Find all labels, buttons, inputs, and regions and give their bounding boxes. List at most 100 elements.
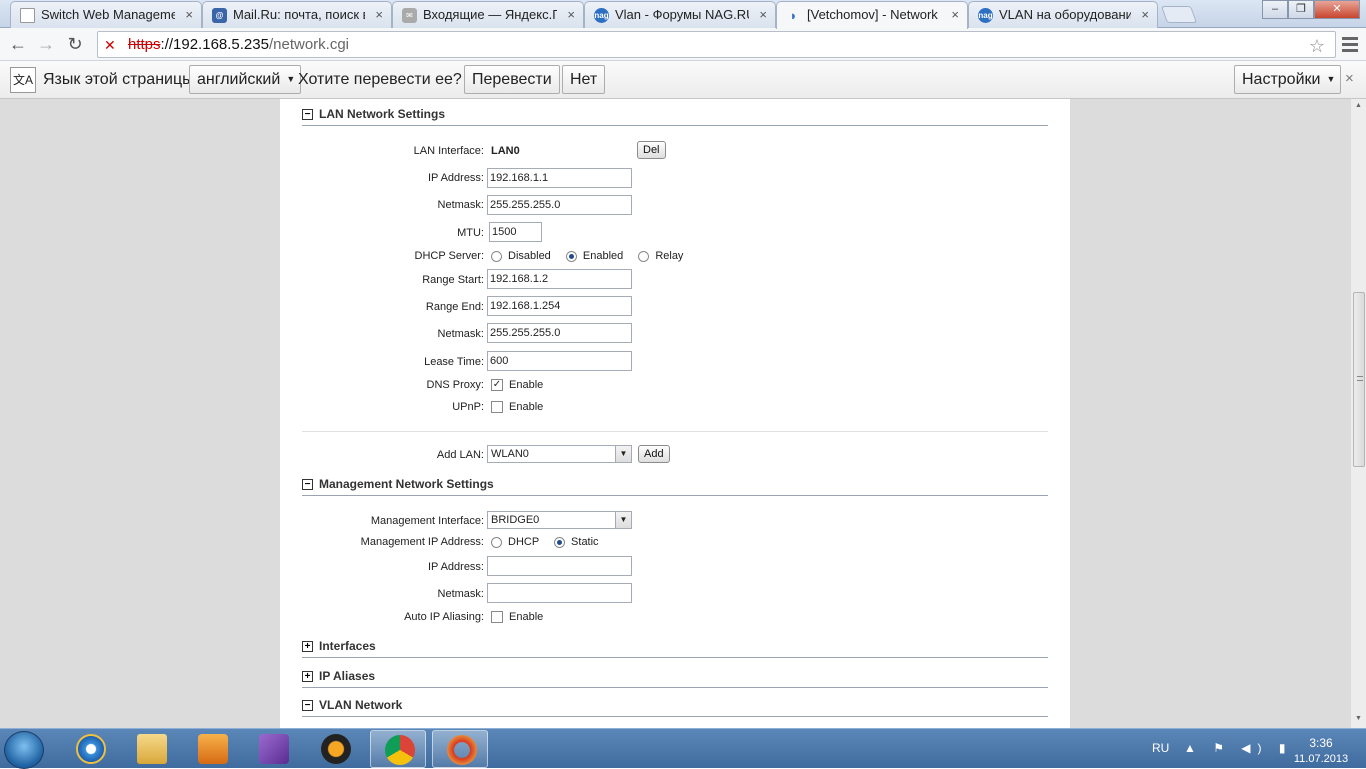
netmask-label: Netmask: <box>437 199 484 211</box>
address-bar[interactable]: ✕ https://192.168.5.235/network.cgi ☆ <box>97 31 1336 58</box>
wireless-icon: ◗ <box>789 8 798 23</box>
dhcp-enabled-label: Enabled <box>582 250 624 262</box>
aimp-icon <box>321 734 351 764</box>
tab-switch-web-management[interactable]: Switch Web Management × <box>10 1 202 28</box>
management-section-header[interactable]: − Management Network Settings <box>302 477 1048 496</box>
forward-button[interactable]: → <box>33 32 59 56</box>
visual-studio-icon <box>259 734 289 764</box>
minimize-button[interactable]: – <box>1262 0 1288 19</box>
tray-icons[interactable]: ▲ ⚑ ◀) ▮ <box>1184 741 1292 755</box>
taskbar-chrome[interactable] <box>370 730 426 768</box>
range-start-input[interactable]: 192.168.1.2 <box>487 269 632 289</box>
management-netmask-input[interactable] <box>487 583 632 603</box>
translate-options-button[interactable]: Настройки ▼ <box>1234 65 1342 94</box>
tab-network-active[interactable]: ◗ [Vetchomov] - Network × <box>776 1 968 29</box>
start-button[interactable] <box>4 731 44 769</box>
taskbar-aimp[interactable] <box>307 730 363 768</box>
reload-button[interactable]: ↻ <box>62 32 88 56</box>
scroll-down-icon[interactable]: ▼ <box>1355 715 1362 722</box>
language-select[interactable]: английский ▼ <box>189 65 302 94</box>
tab-vlan-equipment[interactable]: nag VLAN на оборудовании U × <box>968 1 1158 28</box>
tab-nag-forum[interactable]: nag Vlan - Форумы NAG.RU × <box>584 1 776 28</box>
dhcp-netmask-input[interactable]: 255.255.255.0 <box>487 323 632 343</box>
checkbox-icon <box>491 611 503 624</box>
grip-icon <box>1357 376 1363 381</box>
collapse-icon[interactable]: − <box>302 700 313 711</box>
media-player-icon <box>198 734 228 764</box>
interfaces-section-header[interactable]: + Interfaces <box>302 639 1048 658</box>
tab-yandex-mail[interactable]: ✉ Входящие — Яндекс.Поч × <box>392 1 584 28</box>
taskbar-visual-studio[interactable] <box>245 730 301 768</box>
management-ip-input[interactable] <box>487 556 632 576</box>
translate-button[interactable]: Перевести <box>464 65 560 94</box>
restore-button[interactable]: ❐ <box>1288 0 1314 19</box>
language-indicator[interactable]: RU <box>1152 741 1169 755</box>
radio-icon <box>491 536 502 548</box>
tab-close-icon[interactable]: × <box>951 7 959 22</box>
url-host: ://192.168.5.235 <box>160 36 269 53</box>
page-icon <box>20 8 35 23</box>
collapse-icon[interactable]: − <box>302 109 313 120</box>
dhcp-disabled-radio[interactable]: Disabled <box>491 250 551 262</box>
upnp-checkbox[interactable]: Enable <box>491 401 544 414</box>
dhcp-options: Disabled Enabled Relay <box>491 250 683 262</box>
del-button[interactable]: Del <box>637 141 666 159</box>
nag-icon: nag <box>594 8 609 23</box>
translate-close-icon[interactable]: × <box>1345 70 1354 87</box>
dhcp-netmask-label: Netmask: <box>437 328 484 340</box>
management-interface-value: BRIDGE0 <box>491 514 540 526</box>
no-translate-button[interactable]: Нет <box>562 65 606 94</box>
close-window-button[interactable]: ✕ <box>1314 0 1360 19</box>
auto-ip-aliasing-checkbox[interactable]: Enable <box>491 611 544 624</box>
add-lan-select[interactable]: WLAN0 ▼ <box>487 445 632 463</box>
tab-close-icon[interactable]: × <box>185 7 193 22</box>
taskbar-media-player[interactable] <box>184 730 240 768</box>
scroll-up-icon[interactable]: ▲ <box>1355 102 1362 109</box>
new-tab-button[interactable] <box>1160 6 1198 23</box>
dhcp-relay-radio[interactable]: Relay <box>638 250 683 262</box>
ip-mode-static-radio[interactable]: Static <box>554 536 599 548</box>
taskbar-opera[interactable] <box>432 730 488 768</box>
auto-ip-aliasing-enable-label: Enable <box>509 611 544 623</box>
taskbar-internet-explorer[interactable] <box>62 730 118 768</box>
ip-aliases-section-header[interactable]: + IP Aliases <box>302 669 1048 688</box>
scrollbar-thumb[interactable] <box>1353 292 1365 467</box>
menu-icon[interactable] <box>1339 34 1361 54</box>
expand-icon[interactable]: + <box>302 671 313 682</box>
ip-address-input[interactable]: 192.168.1.1 <box>487 168 632 188</box>
bookmark-star-icon[interactable]: ☆ <box>1309 34 1325 59</box>
range-end-input[interactable]: 192.168.1.254 <box>487 296 632 316</box>
upnp-enable-label: Enable <box>509 401 544 413</box>
opera-icon <box>447 735 477 765</box>
clock[interactable]: 3:36 11.07.2013 <box>1285 735 1357 767</box>
vertical-scrollbar[interactable]: ▲ ▼ <box>1350 99 1366 728</box>
vlan-section-header[interactable]: − VLAN Network <box>302 698 1048 717</box>
collapse-icon[interactable]: − <box>302 479 313 490</box>
windows-taskbar: RU ▲ ⚑ ◀) ▮ 3:36 11.07.2013 <box>0 728 1366 769</box>
netmask-input[interactable]: 255.255.255.0 <box>487 195 632 215</box>
tab-label: Входящие — Яндекс.Поч <box>423 7 557 22</box>
upnp-label: UPnP: <box>452 401 484 413</box>
file-explorer-icon <box>137 734 167 764</box>
lan-section-header[interactable]: − LAN Network Settings <box>302 107 1048 126</box>
browser-toolbar: ← → ↻ ✕ https://192.168.5.235/network.cg… <box>0 28 1366 61</box>
lan-interface-label: LAN Interface: <box>413 145 484 157</box>
ip-mode-dhcp-radio[interactable]: DHCP <box>491 536 539 548</box>
tab-close-icon[interactable]: × <box>567 7 575 22</box>
mtu-input[interactable]: 1500 <box>489 222 542 242</box>
add-lan-button[interactable]: Add <box>638 445 670 463</box>
taskbar-file-explorer[interactable] <box>123 730 179 768</box>
url-path: /network.cgi <box>268 36 350 53</box>
expand-icon[interactable]: + <box>302 641 313 652</box>
dns-proxy-checkbox[interactable]: ✓ Enable <box>491 379 543 392</box>
tab-close-icon[interactable]: × <box>375 7 383 22</box>
tab-mailru[interactable]: @ Mail.Ru: почта, поиск в и × <box>202 1 392 28</box>
tab-close-icon[interactable]: × <box>1141 7 1149 22</box>
lan-section-title: LAN Network Settings <box>319 107 446 121</box>
back-button[interactable]: ← <box>5 32 31 56</box>
tab-close-icon[interactable]: × <box>759 7 767 22</box>
management-interface-select[interactable]: BRIDGE0 ▼ <box>487 511 632 529</box>
insecure-lock-icon: ✕ <box>104 37 116 53</box>
dhcp-enabled-radio[interactable]: Enabled <box>565 250 624 262</box>
lease-time-input[interactable]: 600 <box>487 351 632 371</box>
